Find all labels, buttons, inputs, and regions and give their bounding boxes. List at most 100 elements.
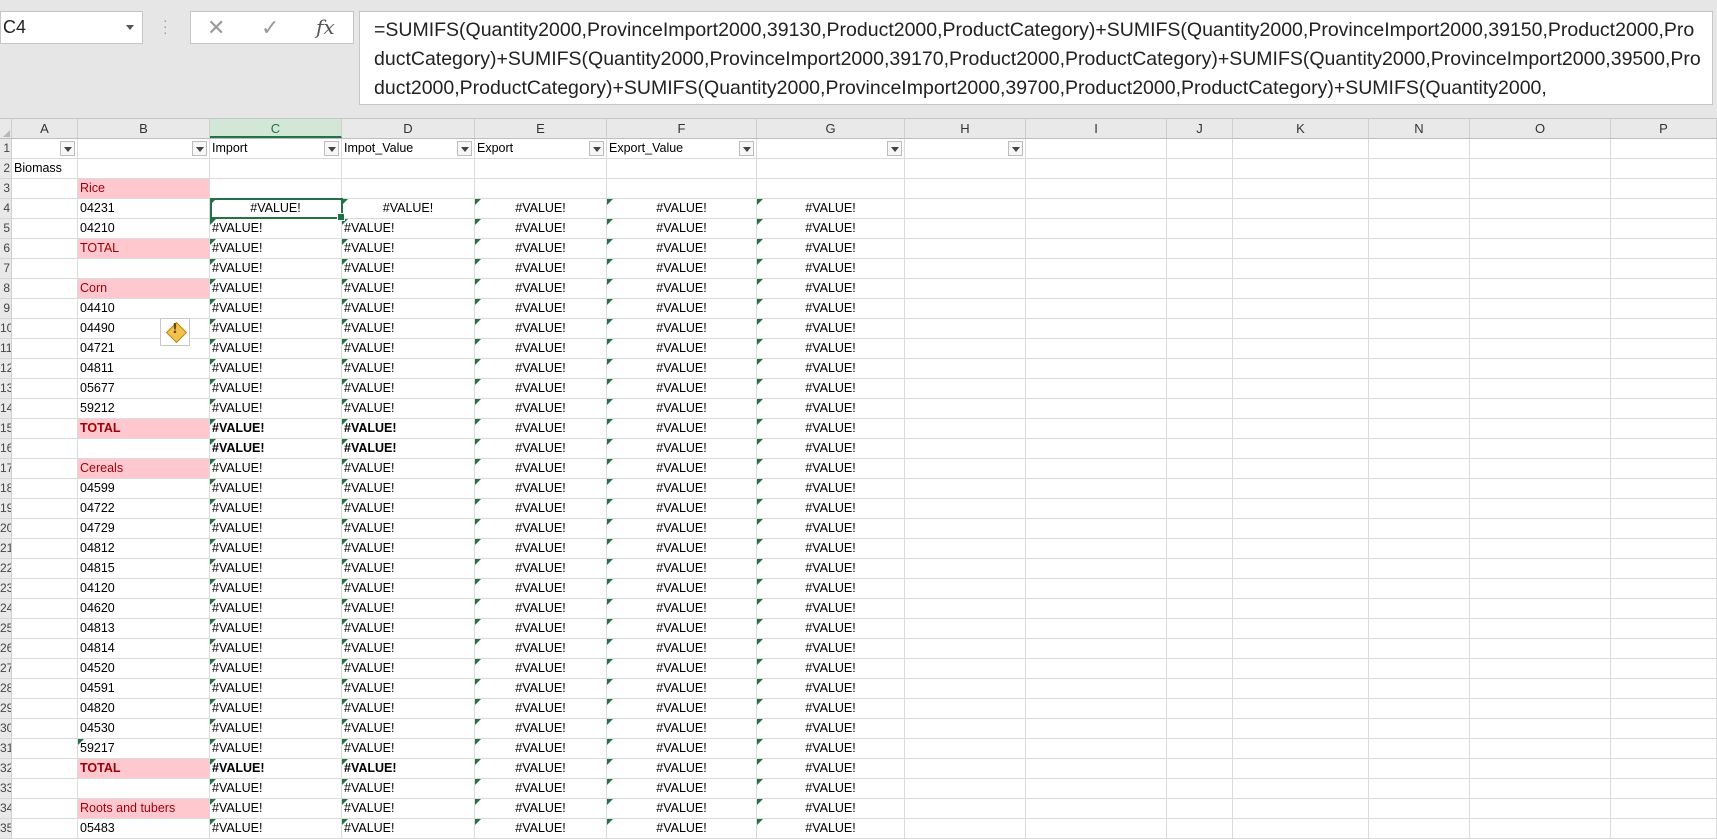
cell-o31[interactable]: [1470, 739, 1611, 759]
cell-f28[interactable]: #VALUE!: [607, 679, 757, 699]
cell-g22[interactable]: #VALUE!: [757, 559, 905, 579]
row-header[interactable]: 35: [0, 819, 12, 839]
cell-o14[interactable]: [1470, 399, 1611, 419]
cell-a10[interactable]: [12, 319, 78, 339]
cell-d21[interactable]: #VALUE!: [342, 539, 475, 559]
cell-k8[interactable]: [1233, 279, 1369, 299]
cell-p20[interactable]: [1611, 519, 1717, 539]
cell-c7[interactable]: #VALUE!: [210, 259, 342, 279]
cell-j6[interactable]: [1167, 239, 1233, 259]
cell-b35[interactable]: 05483: [78, 819, 210, 839]
cell-a18[interactable]: [12, 479, 78, 499]
cell-d28[interactable]: #VALUE!: [342, 679, 475, 699]
row-header[interactable]: 8: [0, 279, 12, 299]
cell-i11[interactable]: [1026, 339, 1167, 359]
cell-h31[interactable]: [905, 739, 1026, 759]
cell-j5[interactable]: [1167, 219, 1233, 239]
cell-d9[interactable]: #VALUE!: [342, 299, 475, 319]
row-header[interactable]: 32: [0, 759, 12, 779]
cell-p3[interactable]: [1611, 179, 1717, 199]
cancel-icon[interactable]: ✕: [207, 15, 225, 41]
cell-i14[interactable]: [1026, 399, 1167, 419]
cell-h34[interactable]: [905, 799, 1026, 819]
cell-k26[interactable]: [1233, 639, 1369, 659]
cell-o23[interactable]: [1470, 579, 1611, 599]
cell-g4[interactable]: #VALUE!: [757, 199, 905, 219]
cell-e28[interactable]: #VALUE!: [475, 679, 607, 699]
cell-f11[interactable]: #VALUE!: [607, 339, 757, 359]
cell-c19[interactable]: #VALUE!: [210, 499, 342, 519]
cell-g23[interactable]: #VALUE!: [757, 579, 905, 599]
cell-d20[interactable]: #VALUE!: [342, 519, 475, 539]
cell-d24[interactable]: #VALUE!: [342, 599, 475, 619]
cell-a23[interactable]: [12, 579, 78, 599]
cell-k3[interactable]: [1233, 179, 1369, 199]
cell-h7[interactable]: [905, 259, 1026, 279]
cell-p16[interactable]: [1611, 439, 1717, 459]
insert-function-icon[interactable]: fx: [316, 15, 335, 39]
row-header[interactable]: 29: [0, 699, 12, 719]
cell-k16[interactable]: [1233, 439, 1369, 459]
cell-g16[interactable]: #VALUE!: [757, 439, 905, 459]
cell-b8[interactable]: Corn: [78, 279, 210, 299]
row-header[interactable]: 17: [0, 459, 12, 479]
filter-dropdown-icon[interactable]: [739, 141, 754, 156]
cell-n17[interactable]: [1369, 459, 1470, 479]
cell-a28[interactable]: [12, 679, 78, 699]
cell-a32[interactable]: [12, 759, 78, 779]
cell-e19[interactable]: #VALUE!: [475, 499, 607, 519]
cell-b18[interactable]: 04599: [78, 479, 210, 499]
cell-a20[interactable]: [12, 519, 78, 539]
cell-b3[interactable]: Rice: [78, 179, 210, 199]
cell-k31[interactable]: [1233, 739, 1369, 759]
cell-j25[interactable]: [1167, 619, 1233, 639]
cell-i29[interactable]: [1026, 699, 1167, 719]
cell-p4[interactable]: [1611, 199, 1717, 219]
cell-p30[interactable]: [1611, 719, 1717, 739]
cell-p7[interactable]: [1611, 259, 1717, 279]
cell-d3[interactable]: [342, 179, 475, 199]
cell-i17[interactable]: [1026, 459, 1167, 479]
cell-d13[interactable]: #VALUE!: [342, 379, 475, 399]
cell-f14[interactable]: #VALUE!: [607, 399, 757, 419]
cell-f19[interactable]: #VALUE!: [607, 499, 757, 519]
cell-k2[interactable]: [1233, 159, 1369, 179]
cell-j17[interactable]: [1167, 459, 1233, 479]
cell-b15[interactable]: TOTAL: [78, 419, 210, 439]
cell-a14[interactable]: [12, 399, 78, 419]
cell-k20[interactable]: [1233, 519, 1369, 539]
cell-g7[interactable]: #VALUE!: [757, 259, 905, 279]
cell-b31[interactable]: 59217: [78, 739, 210, 759]
cell-i7[interactable]: [1026, 259, 1167, 279]
cell-e33[interactable]: #VALUE!: [475, 779, 607, 799]
cell-f21[interactable]: #VALUE!: [607, 539, 757, 559]
cell-o32[interactable]: [1470, 759, 1611, 779]
row-header[interactable]: 16: [0, 439, 12, 459]
row-header[interactable]: 27: [0, 659, 12, 679]
cell-e22[interactable]: #VALUE!: [475, 559, 607, 579]
row-header[interactable]: 28: [0, 679, 12, 699]
cell-d35[interactable]: #VALUE!: [342, 819, 475, 839]
cell-c35[interactable]: #VALUE!: [210, 819, 342, 839]
cell-f6[interactable]: #VALUE!: [607, 239, 757, 259]
cell-f9[interactable]: #VALUE!: [607, 299, 757, 319]
cell-k25[interactable]: [1233, 619, 1369, 639]
column-header-p[interactable]: P: [1611, 119, 1717, 138]
cell-b20[interactable]: 04729: [78, 519, 210, 539]
row-header[interactable]: 10: [0, 319, 12, 339]
column-header-f[interactable]: F: [607, 119, 757, 138]
cell-a30[interactable]: [12, 719, 78, 739]
cell-o22[interactable]: [1470, 559, 1611, 579]
cell-i24[interactable]: [1026, 599, 1167, 619]
cell-c29[interactable]: #VALUE!: [210, 699, 342, 719]
cell-j2[interactable]: [1167, 159, 1233, 179]
cell-n21[interactable]: [1369, 539, 1470, 559]
row-header[interactable]: 7: [0, 259, 12, 279]
cell-i28[interactable]: [1026, 679, 1167, 699]
cell-i20[interactable]: [1026, 519, 1167, 539]
cell-c14[interactable]: #VALUE!: [210, 399, 342, 419]
cell-k4[interactable]: [1233, 199, 1369, 219]
cell-k34[interactable]: [1233, 799, 1369, 819]
cell-g13[interactable]: #VALUE!: [757, 379, 905, 399]
cell-a22[interactable]: [12, 559, 78, 579]
